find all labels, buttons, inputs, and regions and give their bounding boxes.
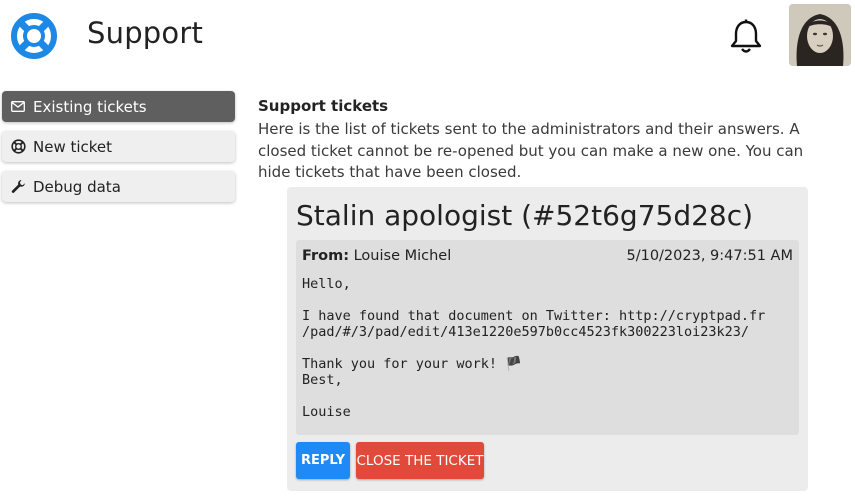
lifebuoy-icon xyxy=(10,139,26,155)
message-date: 5/10/2023, 9:47:51 AM xyxy=(626,248,793,264)
sidebar-item-label: New ticket xyxy=(33,137,113,156)
ticket-title: Stalin apologist (#52t6g75d28c) xyxy=(296,199,754,232)
sidebar-item-debug-data[interactable]: Debug data xyxy=(2,171,235,202)
sidebar-item-new-ticket[interactable]: New ticket xyxy=(2,131,235,162)
ticket-card: Stalin apologist (#52t6g75d28c) From: Lo… xyxy=(287,187,808,491)
section-description: Here is the list of tickets sent to the … xyxy=(258,120,804,181)
from-label: From: xyxy=(302,248,349,264)
avatar[interactable] xyxy=(789,4,851,66)
reply-button[interactable]: REPLY xyxy=(296,442,350,479)
sender-name: Louise Michel xyxy=(353,248,452,264)
envelope-icon xyxy=(10,99,26,115)
sidebar-item-label: Debug data xyxy=(33,177,121,196)
page-title: Support xyxy=(87,16,204,50)
sidebar-item-label: Existing tickets xyxy=(33,97,147,116)
section-title: Support tickets xyxy=(258,97,389,115)
wrench-icon xyxy=(10,179,26,195)
message-sender: From: Louise Michel xyxy=(302,248,451,264)
ticket-message: From: Louise Michel 5/10/2023, 9:47:51 A… xyxy=(296,240,799,435)
bell-icon[interactable] xyxy=(729,19,763,55)
sidebar-item-existing-tickets[interactable]: Existing tickets xyxy=(2,91,235,122)
lifebuoy-icon xyxy=(11,13,57,59)
close-ticket-button[interactable]: CLOSE THE TICKET xyxy=(356,442,484,479)
message-body: Hello, I have found that document on Twi… xyxy=(302,276,766,420)
sidebar: Existing tickets New ticket Debug data xyxy=(2,91,235,211)
